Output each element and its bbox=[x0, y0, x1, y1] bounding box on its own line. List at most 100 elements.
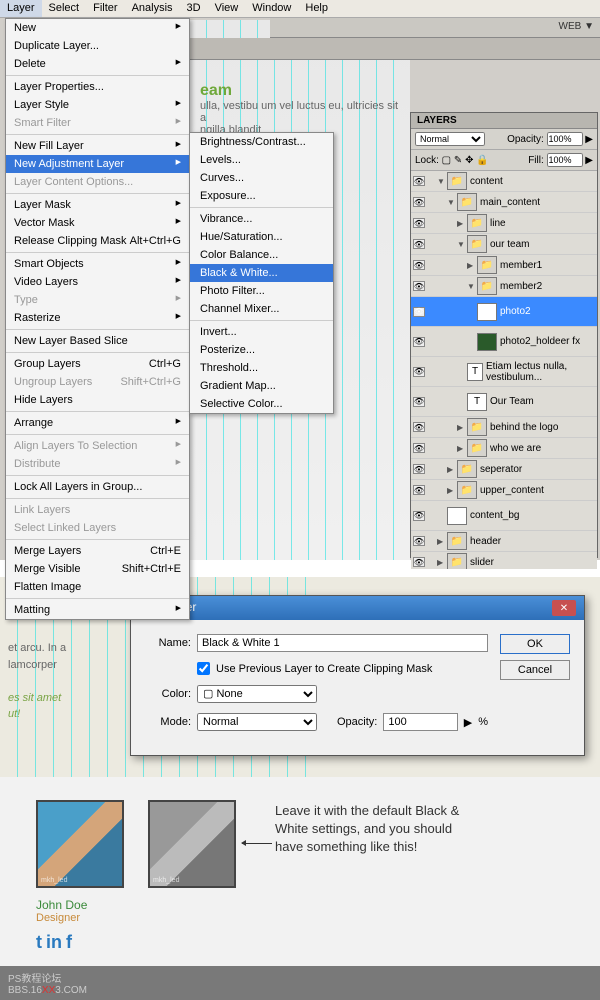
layer-row[interactable]: 👁▶📁who we are bbox=[411, 438, 597, 459]
menuitem-new-layer-based-slice[interactable]: New Layer Based Slice bbox=[6, 332, 189, 350]
menu-view[interactable]: View bbox=[208, 0, 246, 17]
menu-analysis[interactable]: Analysis bbox=[125, 0, 180, 17]
menuitem-new-adjustment-layer[interactable]: New Adjustment Layer bbox=[6, 155, 189, 173]
layer-row[interactable]: 👁▼📁main_content bbox=[411, 192, 597, 213]
layer-row[interactable]: 👁▶📁member1 bbox=[411, 255, 597, 276]
menuitem-video-layers[interactable]: Video Layers bbox=[6, 273, 189, 291]
toolbar-2[interactable] bbox=[190, 38, 600, 60]
visibility-icon[interactable]: 👁 bbox=[413, 511, 425, 521]
menuitem-rasterize[interactable]: Rasterize bbox=[6, 309, 189, 327]
menu-select[interactable]: Select bbox=[42, 0, 87, 17]
visibility-icon[interactable]: 👁 bbox=[413, 536, 425, 546]
submenu-photo-filter-[interactable]: Photo Filter... bbox=[190, 282, 333, 300]
visibility-icon[interactable]: 👁 bbox=[413, 176, 425, 186]
cancel-button[interactable]: Cancel bbox=[500, 660, 570, 680]
submenu-posterize-[interactable]: Posterize... bbox=[190, 341, 333, 359]
menuitem-new-fill-layer[interactable]: New Fill Layer bbox=[6, 137, 189, 155]
blend-mode-select[interactable]: Normal bbox=[415, 132, 485, 146]
menuitem-group-layers[interactable]: Group LayersCtrl+G bbox=[6, 355, 189, 373]
visibility-icon[interactable]: 👁 bbox=[413, 422, 425, 432]
visibility-icon[interactable]: 👁 bbox=[413, 557, 425, 567]
mode-select[interactable]: Normal bbox=[197, 713, 317, 731]
menuitem-layer-style[interactable]: Layer Style bbox=[6, 96, 189, 114]
visibility-icon[interactable]: 👁 bbox=[413, 260, 425, 270]
layer-name-input[interactable] bbox=[197, 634, 488, 652]
layer-row[interactable]: 👁TEtiam lectus nulla, vestibulum... bbox=[411, 357, 597, 387]
visibility-icon[interactable]: 👁 bbox=[413, 197, 425, 207]
menuitem-hide-layers[interactable]: Hide Layers bbox=[6, 391, 189, 409]
submenu-color-balance-[interactable]: Color Balance... bbox=[190, 246, 333, 264]
menuitem-delete[interactable]: Delete bbox=[6, 55, 189, 73]
menu-layer[interactable]: Layer bbox=[0, 0, 42, 17]
layers-panel[interactable]: LAYERS Normal Opacity: ▶ Lock: ▢ ✎ ✥ 🔒 F… bbox=[410, 112, 598, 558]
layer-row[interactable]: 👁▶📁behind the logo bbox=[411, 417, 597, 438]
layers-tab[interactable]: LAYERS bbox=[411, 113, 597, 129]
menuitem-smart-objects[interactable]: Smart Objects bbox=[6, 255, 189, 273]
layer-row[interactable]: 👁▼📁member2 bbox=[411, 276, 597, 297]
visibility-icon[interactable]: 👁 bbox=[413, 337, 425, 347]
menuitem-release-clipping-mask[interactable]: Release Clipping MaskAlt+Ctrl+G bbox=[6, 232, 189, 250]
ok-button[interactable]: OK bbox=[500, 634, 570, 654]
visibility-icon[interactable]: 👁 bbox=[413, 443, 425, 453]
menu-3d[interactable]: 3D bbox=[180, 0, 208, 17]
layer-row[interactable]: 👁▶📁line bbox=[411, 213, 597, 234]
dialog-titlebar[interactable]: New Layer ✕ bbox=[131, 596, 584, 620]
fill-input[interactable] bbox=[547, 153, 583, 167]
layer-row[interactable]: 👁content_bg bbox=[411, 501, 597, 531]
menu-window[interactable]: Window bbox=[245, 0, 298, 17]
menuitem-duplicate-layer-[interactable]: Duplicate Layer... bbox=[6, 37, 189, 55]
menuitem-lock-all-layers-in-group-[interactable]: Lock All Layers in Group... bbox=[6, 478, 189, 496]
menuitem-layer-mask[interactable]: Layer Mask bbox=[6, 196, 189, 214]
submenu-brightness-contrast-[interactable]: Brightness/Contrast... bbox=[190, 133, 333, 151]
submenu-vibrance-[interactable]: Vibrance... bbox=[190, 210, 333, 228]
visibility-icon[interactable]: 👁 bbox=[413, 307, 425, 317]
visibility-icon[interactable]: 👁 bbox=[413, 281, 425, 291]
submenu-invert-[interactable]: Invert... bbox=[190, 323, 333, 341]
menuitem-matting[interactable]: Matting bbox=[6, 601, 189, 619]
submenu-black-white-[interactable]: Black & White... bbox=[190, 264, 333, 282]
layer-row[interactable]: 👁▼📁our team bbox=[411, 234, 597, 255]
options-bar[interactable]: WEB ▼ bbox=[270, 18, 600, 38]
visibility-icon[interactable]: 👁 bbox=[413, 239, 425, 249]
menuitem-new[interactable]: New bbox=[6, 19, 189, 37]
opacity-input[interactable] bbox=[547, 132, 583, 146]
layer-name: photo2_holdeer fx bbox=[500, 336, 580, 347]
menu-bar[interactable]: LayerSelectFilterAnalysis3DViewWindowHel… bbox=[0, 0, 600, 18]
menuitem-layer-properties-[interactable]: Layer Properties... bbox=[6, 78, 189, 96]
menuitem-arrange[interactable]: Arrange bbox=[6, 414, 189, 432]
layer-menu[interactable]: NewDuplicate Layer...Delete Layer Propert… bbox=[5, 18, 190, 620]
layer-row[interactable]: 👁photo2 bbox=[411, 297, 597, 327]
menuitem-vector-mask[interactable]: Vector Mask bbox=[6, 214, 189, 232]
visibility-icon[interactable]: 👁 bbox=[413, 464, 425, 474]
menu-help[interactable]: Help bbox=[298, 0, 335, 17]
submenu-exposure-[interactable]: Exposure... bbox=[190, 187, 333, 205]
adjustment-submenu[interactable]: Brightness/Contrast...Levels...Curves...… bbox=[189, 132, 334, 414]
submenu-threshold-[interactable]: Threshold... bbox=[190, 359, 333, 377]
clipping-mask-checkbox[interactable] bbox=[197, 662, 210, 675]
layer-row[interactable]: 👁▼📁content bbox=[411, 171, 597, 192]
layers-list[interactable]: 👁▼📁content👁▼📁main_content👁▶📁line👁▼📁our t… bbox=[411, 171, 597, 569]
submenu-channel-mixer-[interactable]: Channel Mixer... bbox=[190, 300, 333, 318]
submenu-gradient-map-[interactable]: Gradient Map... bbox=[190, 377, 333, 395]
menuitem-merge-layers[interactable]: Merge LayersCtrl+E bbox=[6, 542, 189, 560]
visibility-icon[interactable]: 👁 bbox=[413, 218, 425, 228]
layer-row[interactable]: 👁▶📁header bbox=[411, 531, 597, 552]
menu-filter[interactable]: Filter bbox=[86, 0, 124, 17]
color-select[interactable]: ▢ None bbox=[197, 685, 317, 703]
layer-row[interactable]: 👁▶📁seperator bbox=[411, 459, 597, 480]
submenu-selective-color-[interactable]: Selective Color... bbox=[190, 395, 333, 413]
submenu-levels-[interactable]: Levels... bbox=[190, 151, 333, 169]
layer-row[interactable]: 👁▶📁slider bbox=[411, 552, 597, 569]
close-icon[interactable]: ✕ bbox=[552, 600, 576, 616]
visibility-icon[interactable]: 👁 bbox=[413, 397, 425, 407]
layer-row[interactable]: 👁▶📁upper_content bbox=[411, 480, 597, 501]
visibility-icon[interactable]: 👁 bbox=[413, 485, 425, 495]
submenu-curves-[interactable]: Curves... bbox=[190, 169, 333, 187]
visibility-icon[interactable]: 👁 bbox=[413, 367, 425, 377]
layer-row[interactable]: 👁TOur Team bbox=[411, 387, 597, 417]
menuitem-merge-visible[interactable]: Merge VisibleShift+Ctrl+E bbox=[6, 560, 189, 578]
dialog-opacity-input[interactable] bbox=[383, 713, 457, 731]
layer-row[interactable]: 👁 photo2_holdeer fx bbox=[411, 327, 597, 357]
menuitem-flatten-image[interactable]: Flatten Image bbox=[6, 578, 189, 596]
submenu-hue-saturation-[interactable]: Hue/Saturation... bbox=[190, 228, 333, 246]
